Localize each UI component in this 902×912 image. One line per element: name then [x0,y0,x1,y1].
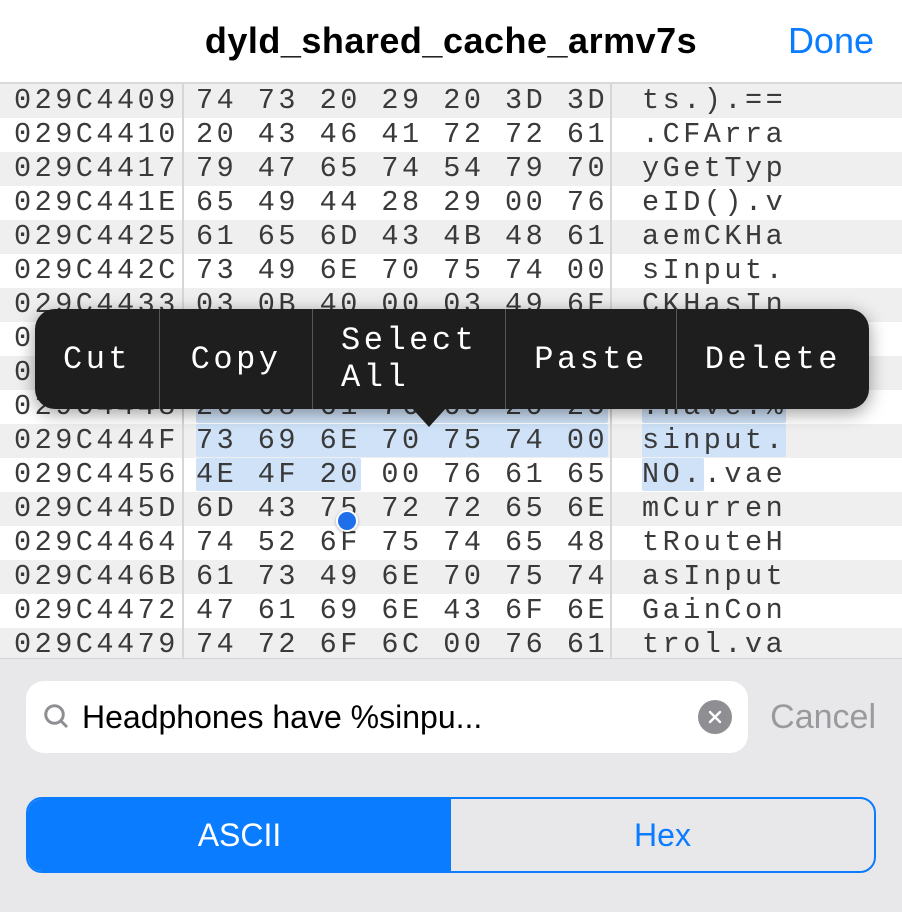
search-panel: Headphones have %sinpu... Cancel ASCII H… [0,658,902,912]
clear-search-button[interactable] [698,700,732,734]
ascii-cell[interactable]: yGetTyp [612,152,786,186]
hex-bytes-cell[interactable]: 61 65 6D 43 4B 48 61 [184,220,612,254]
ascii-cell[interactable]: aemCKHa [612,220,786,254]
address-cell: 029C444F [0,424,184,458]
page-title: dyld_shared_cache_armv7s [205,20,697,62]
ascii-cell[interactable]: trol.va [612,628,786,658]
hex-bytes-cell[interactable]: 74 52 6F 75 74 65 48 [184,526,612,560]
hex-bytes-cell[interactable]: 73 49 6E 70 75 74 00 [184,254,612,288]
cut-menu-item[interactable]: Cut [35,309,159,409]
cancel-button[interactable]: Cancel [770,698,876,737]
hex-row[interactable]: 029C441020 43 46 41 72 72 61.CFArra [0,118,902,152]
segment-hex[interactable]: Hex [451,799,874,871]
address-cell: 029C441E [0,186,184,220]
ascii-cell[interactable]: .CFArra [612,118,786,152]
address-cell: 029C442C [0,254,184,288]
hex-bytes-cell[interactable]: 74 72 6F 6C 00 76 61 [184,628,612,658]
encoding-segmented-control: ASCII Hex [26,797,876,873]
search-icon [42,702,72,732]
navigation-bar: dyld_shared_cache_armv7s Done [0,0,902,82]
ascii-cell[interactable]: tRouteH [612,526,786,560]
hex-bytes-cell[interactable]: 74 73 20 29 20 3D 3D [184,84,612,118]
ascii-cell[interactable]: eID().v [612,186,786,220]
hex-row[interactable]: 029C445D6D 43 75 72 72 65 6EmCurren [0,492,902,526]
hex-bytes-cell[interactable]: 61 73 49 6E 70 75 74 [184,560,612,594]
hex-bytes-cell[interactable]: 20 43 46 41 72 72 61 [184,118,612,152]
address-cell: 029C4464 [0,526,184,560]
hex-bytes-cell[interactable]: 47 61 69 6E 43 6F 6E [184,594,612,628]
ascii-cell[interactable]: mCurren [612,492,786,526]
address-cell: 029C4479 [0,628,184,658]
hex-row[interactable]: 029C44564E 4F 20 00 76 61 65NO..vae [0,458,902,492]
context-menu-tail [411,407,447,427]
hex-row[interactable]: 029C446474 52 6F 75 74 65 48tRouteH [0,526,902,560]
ascii-cell[interactable]: GainCon [612,594,786,628]
copy-menu-item[interactable]: Copy [159,309,312,409]
hex-viewer[interactable]: 029C440974 73 20 29 20 3D 3Dts.).==029C4… [0,82,902,658]
search-field-container[interactable]: Headphones have %sinpu... [26,681,748,753]
hex-row[interactable]: 029C446B61 73 49 6E 70 75 74asInput [0,560,902,594]
hex-bytes-cell[interactable]: 4E 4F 20 00 76 61 65 [184,458,612,492]
ascii-cell[interactable]: ts.).== [612,84,786,118]
select-all-menu-item[interactable]: Select All [312,309,505,409]
segment-ascii[interactable]: ASCII [28,799,451,871]
address-cell: 029C4409 [0,84,184,118]
hex-row[interactable]: 029C447247 61 69 6E 43 6F 6EGainCon [0,594,902,628]
done-button[interactable]: Done [788,20,874,62]
hex-bytes-cell[interactable]: 65 49 44 28 29 00 76 [184,186,612,220]
ascii-cell[interactable]: NO..vae [612,458,786,492]
hex-row[interactable]: 029C444F73 69 6E 70 75 74 00sinput. [0,424,902,458]
hex-row[interactable]: 029C442561 65 6D 43 4B 48 61aemCKHa [0,220,902,254]
address-cell: 029C445D [0,492,184,526]
hex-bytes-cell[interactable]: 6D 43 75 72 72 65 6E [184,492,612,526]
paste-menu-item[interactable]: Paste [505,309,676,409]
ascii-cell[interactable]: asInput [612,560,786,594]
delete-menu-item[interactable]: Delete [676,309,869,409]
address-cell: 029C4425 [0,220,184,254]
search-row: Headphones have %sinpu... Cancel [26,681,876,753]
address-cell: 029C4417 [0,152,184,186]
selection-handle[interactable] [336,510,358,532]
hex-row[interactable]: 029C441E65 49 44 28 29 00 76eID().v [0,186,902,220]
address-cell: 029C4472 [0,594,184,628]
search-input[interactable]: Headphones have %sinpu... [82,699,698,736]
hex-row[interactable]: 029C447974 72 6F 6C 00 76 61trol.va [0,628,902,658]
address-cell: 029C4410 [0,118,184,152]
hex-row[interactable]: 029C441779 47 65 74 54 79 70yGetTyp [0,152,902,186]
ascii-cell[interactable]: sinput. [612,424,786,458]
hex-bytes-cell[interactable]: 73 69 6E 70 75 74 00 [184,424,612,458]
hex-bytes-cell[interactable]: 79 47 65 74 54 79 70 [184,152,612,186]
hex-row[interactable]: 029C442C73 49 6E 70 75 74 00sInput. [0,254,902,288]
ascii-cell[interactable]: sInput. [612,254,786,288]
context-menu: Cut Copy Select All Paste Delete [35,309,869,409]
hex-row[interactable]: 029C440974 73 20 29 20 3D 3Dts.).== [0,84,902,118]
address-cell: 029C446B [0,560,184,594]
address-cell: 029C4456 [0,458,184,492]
